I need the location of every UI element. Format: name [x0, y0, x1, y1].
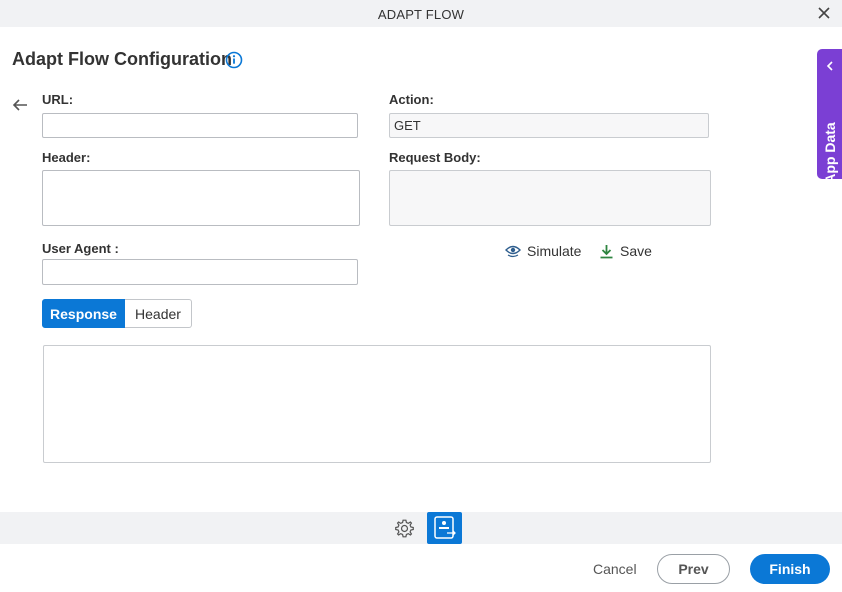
app-data-label: App Data — [822, 122, 838, 184]
user-agent-label: User Agent : — [42, 241, 119, 256]
save-label: Save — [620, 243, 652, 259]
prev-button[interactable]: Prev — [657, 554, 730, 584]
url-input[interactable] — [42, 113, 358, 138]
action-label: Action: — [389, 92, 434, 107]
header-label: Header: — [42, 150, 91, 165]
header-textarea[interactable] — [42, 170, 360, 226]
cancel-button[interactable]: Cancel — [593, 561, 637, 577]
save-button[interactable]: Save — [599, 243, 652, 259]
title-bar: ADAPT FLOW — [0, 0, 842, 27]
chevron-left-icon — [826, 61, 833, 71]
info-icon[interactable] — [225, 51, 243, 69]
response-tabs: Response Header — [42, 299, 192, 328]
bottom-toolbar — [0, 512, 842, 544]
close-icon[interactable] — [816, 5, 832, 21]
window-title: ADAPT FLOW — [377, 7, 465, 22]
tab-header[interactable]: Header — [125, 299, 192, 328]
adapt-flow-icon — [434, 516, 456, 539]
adapt-flow-button[interactable] — [427, 512, 462, 544]
app-data-panel-tab[interactable]: App Data — [817, 49, 842, 184]
simulate-button[interactable]: Simulate — [505, 243, 581, 259]
gear-icon[interactable] — [394, 518, 415, 539]
action-input[interactable] — [389, 113, 709, 138]
finish-button[interactable]: Finish — [750, 554, 830, 584]
page-title: Adapt Flow Configuration — [12, 49, 232, 69]
request-body-label: Request Body: — [389, 150, 481, 165]
download-icon — [600, 244, 613, 258]
user-agent-input[interactable] — [42, 259, 358, 285]
url-label: URL: — [42, 92, 74, 107]
request-body-textarea[interactable] — [389, 170, 711, 226]
eye-icon — [505, 245, 521, 258]
simulate-label: Simulate — [527, 243, 582, 259]
back-arrow-icon[interactable] — [12, 98, 28, 112]
tab-response[interactable]: Response — [42, 299, 125, 328]
response-textarea[interactable] — [43, 345, 711, 463]
